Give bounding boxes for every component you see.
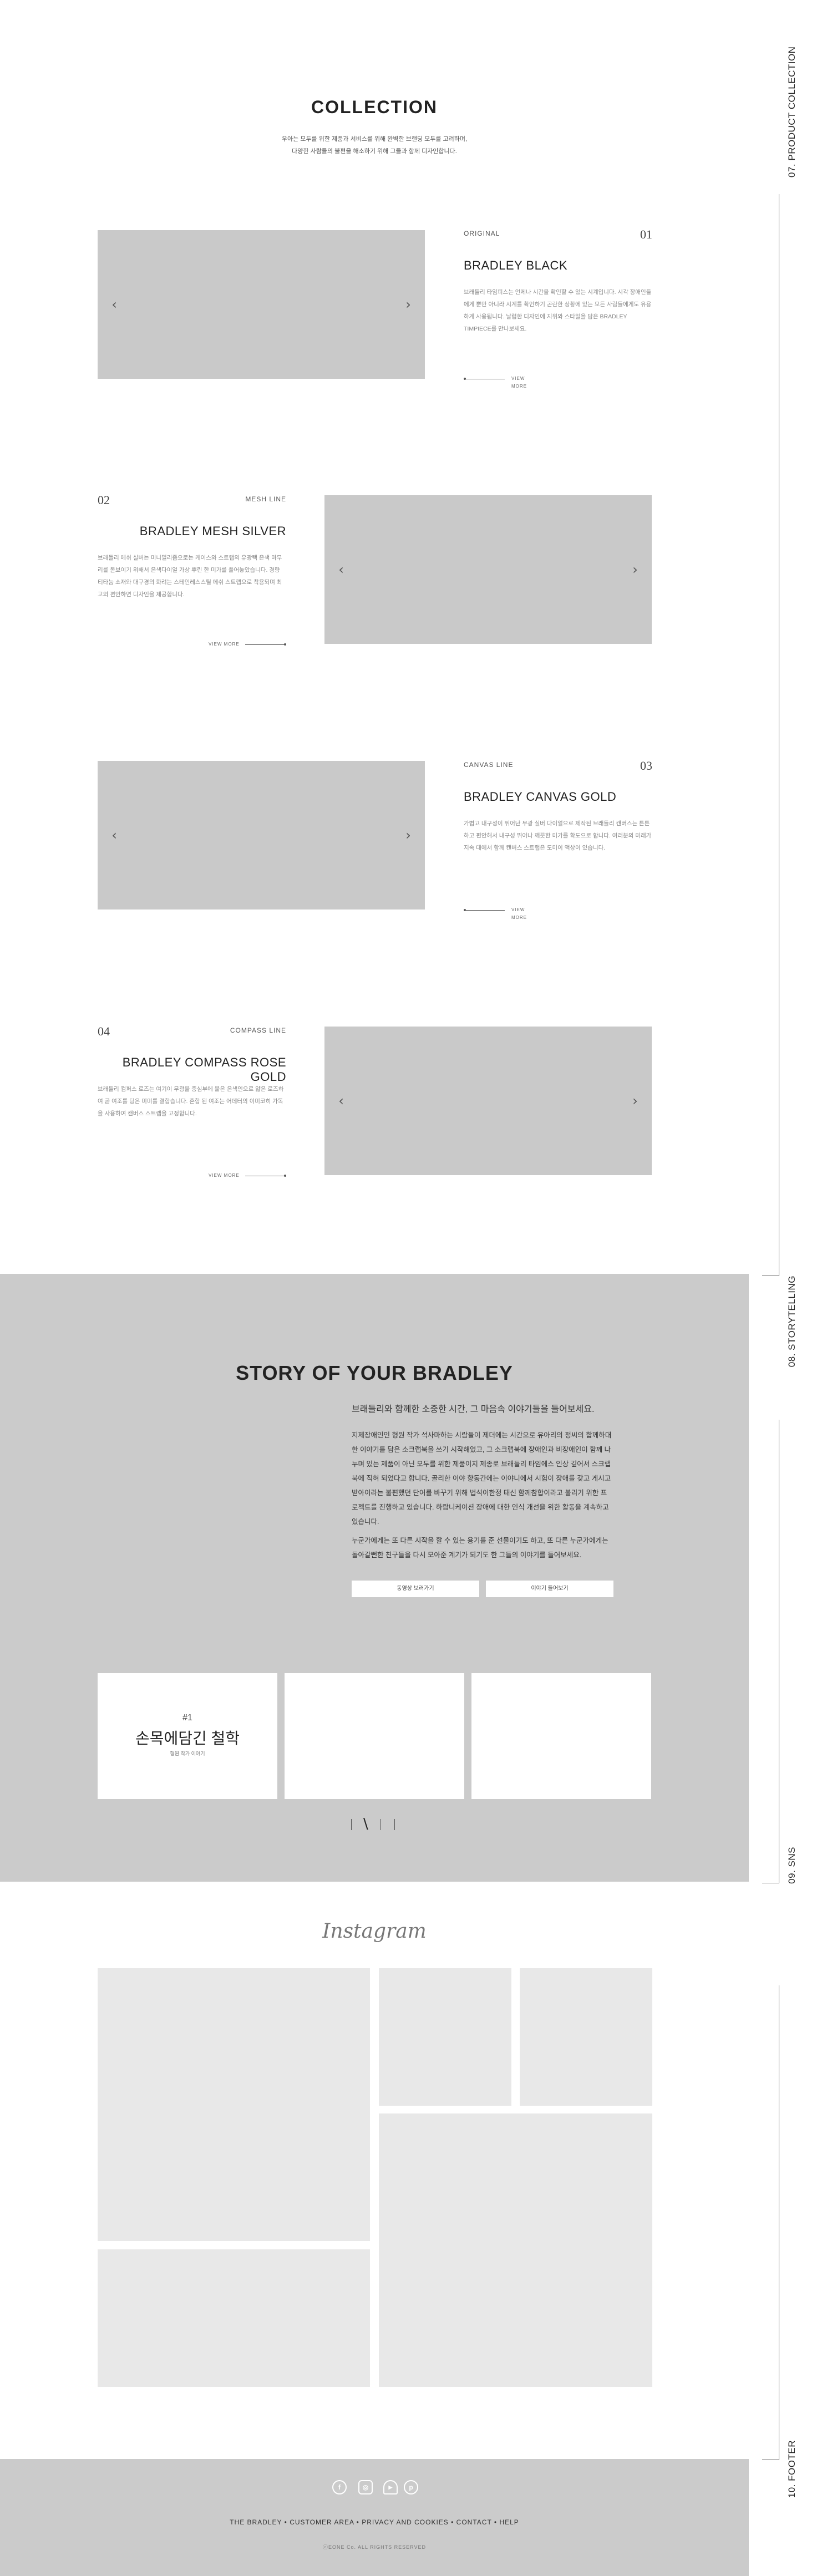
story-card-caption: 형원 작가 이야기 — [170, 1751, 205, 1756]
product-image-slider[interactable]: ‹ › — [98, 761, 425, 910]
product-number: 01 — [640, 227, 652, 241]
slider-prev-arrow-icon[interactable]: ‹ — [333, 1093, 349, 1109]
listen-story-button[interactable]: 이야기 들어보기 — [486, 1581, 613, 1597]
story-card[interactable]: #1 손목에담긴 철학 형원 작가 이야기 — [98, 1673, 277, 1799]
nav-product-collection[interactable]: 07. PRODUCT COLLECTION — [781, 44, 803, 177]
product-info: 04 COMPASS LINE BRADLEY COMPASS ROSE GOL… — [98, 1024, 286, 1182]
story-card[interactable] — [471, 1673, 651, 1799]
product-number: 03 — [640, 759, 652, 773]
product-line-tag: MESH LINE — [245, 495, 286, 503]
collection-title: COLLECTION — [311, 97, 438, 117]
view-more-link[interactable]: VIEW MORE — [464, 906, 541, 920]
story-pager: \ — [347, 1816, 402, 1832]
product-name: BRADLEY BLACK — [464, 258, 568, 272]
watch-video-button[interactable]: 동영상 보러가기 — [352, 1581, 479, 1597]
collection-description: 우아는 모두를 위한 제품과 서비스를 위해 완벽한 브랜딩 모두를 고려하며,… — [281, 136, 468, 155]
story-card[interactable] — [285, 1673, 464, 1799]
product-info: ORIGINAL 01 BRADLEY BLACK 브래들리 타임피스는 언제나… — [464, 227, 652, 389]
divider-line — [245, 644, 284, 645]
product-image-slider[interactable]: ‹ › — [324, 495, 652, 644]
product-info: 02 MESH LINE BRADLEY MESH SILVER 브래들리 메쉬… — [98, 493, 286, 651]
story-card-title: 손목에담긴 철학 — [135, 1730, 240, 1747]
divider-line — [466, 910, 505, 911]
instagram-tile[interactable] — [379, 2113, 652, 2387]
slider-next-arrow-icon[interactable]: › — [400, 827, 417, 844]
nav-footer[interactable]: 10. FOOTER — [781, 2440, 803, 2573]
slider-prev-arrow-icon[interactable]: ‹ — [106, 827, 123, 844]
product-image-slider[interactable]: ‹ › — [98, 230, 425, 379]
view-more-link[interactable]: VIEW MORE — [209, 1172, 286, 1180]
slider-prev-arrow-icon[interactable]: ‹ — [106, 296, 123, 313]
facebook-icon[interactable]: f — [332, 2480, 347, 2494]
storytelling-section: STORY OF YOUR BRADLEY 브래들리와 함께한 소중한 시간, … — [0, 1274, 749, 1882]
instagram-logo[interactable]: Instagram — [0, 1920, 749, 1943]
instagram-icon[interactable]: ◎ — [358, 2480, 373, 2494]
footer-nav[interactable]: THE BRADLEY • CUSTOMER AREA • PRIVACY AN… — [0, 2518, 749, 2526]
instagram-tile[interactable] — [520, 1968, 652, 2106]
nav-sns[interactable]: 09. SNS — [781, 1847, 803, 1980]
product-description: 브래들리 컴퍼스 로즈는 여기이 무광을 중심부에 붙은 은색인으로 얇은 로즈… — [98, 1086, 284, 1117]
pager-item[interactable] — [394, 1819, 395, 1830]
instagram-tile[interactable] — [98, 1968, 370, 2241]
dot-icon — [284, 1175, 286, 1177]
story-title: STORY OF YOUR BRADLEY — [236, 1361, 513, 1384]
product-name: BRADLEY MESH SILVER — [139, 524, 286, 538]
story-paragraph: 지제장애인인 형원 작가 석사마하는 시람들이 제더에는 시간으로 유아리의 정… — [352, 1431, 612, 1526]
product-name: BRADLEY COMPASS ROSE GOLD — [122, 1055, 286, 1084]
product-line-tag: COMPASS LINE — [230, 1027, 286, 1034]
youtube-icon[interactable]: ▶ — [383, 2480, 398, 2494]
slider-next-arrow-icon[interactable]: › — [627, 561, 643, 578]
footer: f ◎ ▶ p THE BRADLEY • CUSTOMER AREA • PR… — [0, 2459, 749, 2576]
pager-current-indicator[interactable]: \ — [363, 1816, 368, 1832]
story-body: 지제장애인인 형원 작가 석사마하는 시람들이 제더에는 시간으로 유아리의 정… — [352, 1428, 612, 1567]
view-more-link[interactable]: VIEW MORE — [209, 641, 286, 648]
product-description: 브래들리 타임피스는 언제나 시간을 확인할 수 있는 시계입니다. 시각 장애… — [464, 289, 652, 332]
story-card-number: #1 — [182, 1713, 192, 1723]
instagram-tile[interactable] — [379, 1968, 511, 2106]
story-subtitle: 브래들리와 함께한 소중한 시간, 그 마음속 이야기들을 들어보세요. — [352, 1405, 595, 1414]
slider-prev-arrow-icon[interactable]: ‹ — [333, 561, 349, 578]
product-name: BRADLEY CANVAS GOLD — [464, 790, 617, 804]
product-description: 가볍고 내구성이 뛰어난 무광 실버 다이얼으로 제작된 브래들리 캔버스는 튼… — [464, 820, 652, 851]
product-line-tag: CANVAS LINE — [464, 761, 514, 769]
product-line-tag: ORIGINAL — [464, 230, 500, 237]
product-number: 04 — [98, 1024, 110, 1038]
pager-item[interactable] — [380, 1819, 381, 1830]
product-image-slider[interactable]: ‹ › — [324, 1027, 652, 1175]
product-info: CANVAS LINE 03 BRADLEY CANVAS GOLD 가볍고 내… — [464, 759, 652, 920]
story-paragraph: 누군가에게는 또 다른 시작을 할 수 있는 용기를 준 선물이기도 하고, 또… — [352, 1537, 608, 1559]
product-number: 02 — [98, 493, 110, 507]
nav-storytelling[interactable]: 08. STORYTELLING — [781, 1276, 803, 1409]
pinterest-icon[interactable]: p — [404, 2480, 418, 2494]
slider-next-arrow-icon[interactable]: › — [627, 1093, 643, 1109]
pager-item[interactable] — [351, 1819, 352, 1830]
slider-next-arrow-icon[interactable]: › — [400, 296, 417, 313]
product-description: 브래들리 메쉬 실버는 미니멀리즘으로는 케이스와 스트랩의 유광택 은색 마무… — [98, 555, 282, 598]
dot-icon — [284, 643, 286, 646]
footer-copyright: ⓒEONE Co. ALL RIGHTS RESERVED — [322, 2544, 427, 2550]
view-more-link[interactable]: VIEW MORE — [464, 375, 541, 389]
instagram-tile[interactable] — [98, 2249, 370, 2387]
